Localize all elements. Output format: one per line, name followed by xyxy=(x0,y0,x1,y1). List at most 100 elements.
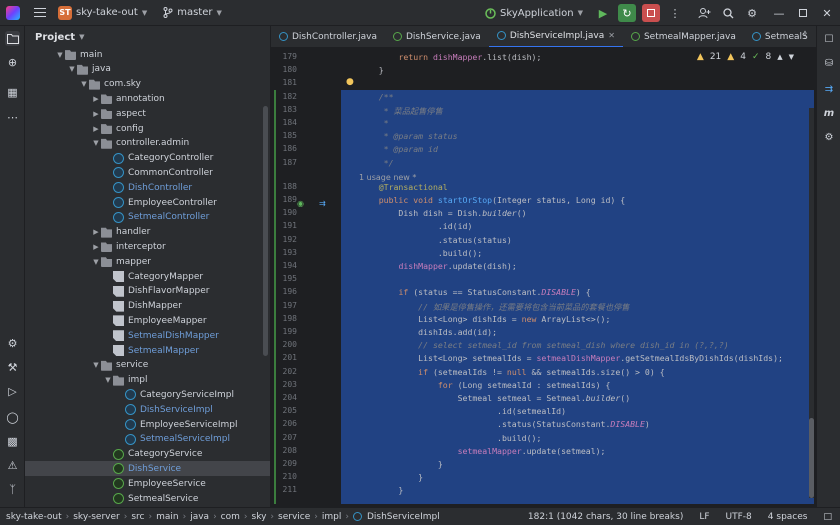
breadcrumb-item[interactable]: sky-server xyxy=(73,512,120,522)
tree-row[interactable]: ▼ mapper xyxy=(25,254,270,269)
code-line[interactable]: } xyxy=(359,459,443,469)
implementation-gutter-icon[interactable]: ◉ xyxy=(297,199,304,208)
code-line[interactable]: if (status == StatusConstant.DISABLE) { xyxy=(359,287,590,297)
tree-row[interactable]: CommonController xyxy=(25,165,270,180)
caret-position[interactable]: 182:1 (1042 chars, 30 line breaks) xyxy=(528,512,683,522)
chevron-right-icon[interactable]: ▶ xyxy=(91,110,101,118)
tree-row[interactable]: CategoryService xyxy=(25,447,270,462)
chevron-up-icon[interactable]: ▲ xyxy=(777,53,782,61)
tree-row[interactable]: CategoryMapper xyxy=(25,269,270,284)
tree-row[interactable]: ▼ com.sky xyxy=(25,77,270,92)
code-line[interactable]: setmealMapper.update(setmeal); xyxy=(359,446,606,456)
lock-icon[interactable]: □ xyxy=(823,512,832,522)
search-icon[interactable] xyxy=(719,4,737,22)
build-tool-icon[interactable]: ⚒ xyxy=(5,360,20,375)
breadcrumb-item[interactable]: src xyxy=(131,512,144,522)
code-editor[interactable]: 179 180 181 182 183 184 185 186 187 188 189 190 191 1… xyxy=(271,48,816,507)
tree-row[interactable]: SetmealService xyxy=(25,491,270,506)
code-line[interactable]: public void startOrStop(Integer status, … xyxy=(359,195,626,205)
close-icon[interactable]: ✕ xyxy=(818,4,836,22)
debug-tool-icon[interactable]: ◯ xyxy=(5,410,20,425)
problems-tool-icon[interactable]: ⚠ xyxy=(5,458,20,473)
stop-icon[interactable] xyxy=(642,4,660,22)
code-line[interactable]: .status(StatusConstant.DISABLE) xyxy=(359,419,650,429)
project-scrollbar[interactable] xyxy=(263,106,268,356)
chevron-down-icon[interactable]: ▼ xyxy=(91,139,101,147)
code-line[interactable]: .id(setmealId) xyxy=(359,406,566,416)
chevron-down-icon[interactable]: ▼ xyxy=(67,65,77,73)
chevron-right-icon[interactable]: ▶ xyxy=(91,243,101,251)
tree-row[interactable]: ▶ aspect xyxy=(25,106,270,121)
chevron-right-icon[interactable]: ▶ xyxy=(91,228,101,236)
code-line[interactable]: Setmeal setmeal = Setmeal.builder() xyxy=(359,393,631,403)
tree-row[interactable]: SetmealDishMapper xyxy=(25,328,270,343)
inspection-indicators[interactable]: ▲ 21 ▲ 4 ✓ 8 ▲ ▼ xyxy=(697,52,794,62)
tree-row[interactable]: CategoryServiceImpl xyxy=(25,387,270,402)
rerun-icon[interactable]: ↻ xyxy=(618,4,636,22)
project-tool-icon[interactable] xyxy=(5,31,20,46)
tree-row[interactable]: EmployeeMapper xyxy=(25,313,270,328)
tree-row[interactable]: ▶ config xyxy=(25,121,270,136)
breadcrumb-item[interactable]: sky-take-out xyxy=(6,512,62,522)
add-user-icon[interactable] xyxy=(695,4,713,22)
tree-row[interactable]: ▼ service xyxy=(25,358,270,373)
tree-row[interactable]: ▼ java xyxy=(25,62,270,77)
code-line[interactable]: .build(); xyxy=(359,248,482,258)
editor-tab[interactable]: DishServiceImpl.java ✕ xyxy=(488,26,623,47)
tree-row[interactable]: DishServiceImpl xyxy=(25,402,270,417)
code-line[interactable]: * @param id xyxy=(359,144,438,154)
editor-tab[interactable]: DishService.java xyxy=(385,26,489,47)
tab-overflow-icon[interactable]: ⋮ xyxy=(800,30,810,41)
chevron-down-icon[interactable]: ▼ xyxy=(91,361,101,369)
chevron-right-icon[interactable]: ▶ xyxy=(91,125,101,133)
breadcrumb-item[interactable]: com xyxy=(221,512,240,522)
chevron-down-icon[interactable]: ▼ xyxy=(55,51,65,59)
code-line[interactable]: .build(); xyxy=(359,433,541,443)
run-configuration-selector[interactable]: SkyApplication ▼ xyxy=(485,8,583,19)
tree-row[interactable]: SetmealServiceImpl xyxy=(25,432,270,447)
bulb-icon[interactable]: ● xyxy=(346,77,354,87)
gradle-icon[interactable]: ⚙ xyxy=(822,130,836,144)
editor-tab[interactable]: SetmealMapper.java xyxy=(623,26,744,47)
chevron-right-icon[interactable]: ▶ xyxy=(91,95,101,103)
tree-row[interactable]: SetmealMapper xyxy=(25,343,270,358)
usage-inlay-hint[interactable]: 1 usage new * xyxy=(359,173,416,182)
line-separator[interactable]: LF xyxy=(699,512,709,522)
ai-assistant-icon[interactable]: ⇉ xyxy=(822,82,836,96)
code-line[interactable]: // select setmeal_id from setmeal_dish w… xyxy=(359,340,729,350)
terminal-tool-icon[interactable]: ▩ xyxy=(5,434,20,449)
tree-row[interactable]: EmployeeService xyxy=(25,476,270,491)
tree-row[interactable]: SetmealController xyxy=(25,210,270,225)
code-line[interactable]: /** xyxy=(359,92,394,102)
tree-row[interactable]: CategoryController xyxy=(25,151,270,166)
code-line[interactable]: return dishMapper.list(dish); xyxy=(359,52,541,62)
code-line[interactable]: for (Long setmealId : setmealIds) { xyxy=(359,380,611,390)
more-tools-icon[interactable]: ⋯ xyxy=(5,110,20,125)
breadcrumb-item[interactable]: impl xyxy=(322,512,341,522)
chevron-down-icon[interactable]: ▼ xyxy=(91,258,101,266)
run-icon[interactable]: ▶ xyxy=(594,4,612,22)
indent-setting[interactable]: 4 spaces xyxy=(768,512,808,522)
bean-gutter-icon[interactable]: ⇉ xyxy=(319,199,326,208)
code-line[interactable]: } xyxy=(359,65,384,75)
breadcrumb-item[interactable]: service xyxy=(278,512,310,522)
editor-tab[interactable]: DishController.java xyxy=(271,26,385,47)
notifications-icon[interactable]: ☐ xyxy=(822,32,836,46)
commit-tool-icon[interactable]: ⊕ xyxy=(5,55,20,70)
code-line[interactable]: * xyxy=(359,118,389,128)
maven-icon[interactable]: m xyxy=(822,106,836,120)
code-line[interactable]: * @param status xyxy=(359,131,458,141)
code-line[interactable]: .status(status) xyxy=(359,235,512,245)
chevron-down-icon[interactable]: ▼ xyxy=(789,53,794,61)
tree-row[interactable]: DishController xyxy=(25,180,270,195)
project-selector[interactable]: ST sky-take-out ▼ xyxy=(58,5,147,20)
code-line[interactable]: dishMapper.update(dish); xyxy=(359,261,516,271)
code-line[interactable]: List<Long> dishIds = new ArrayList<>(); xyxy=(359,314,610,324)
tree-row[interactable]: DishMapper xyxy=(25,299,270,314)
services-tool-icon[interactable]: ⚙ xyxy=(5,336,20,351)
tree-row[interactable]: ▶ interceptor xyxy=(25,239,270,254)
chevron-down-icon[interactable]: ▼ xyxy=(103,376,113,384)
tree-row[interactable]: EmployeeServiceImpl xyxy=(25,417,270,432)
code-line[interactable]: } xyxy=(359,472,423,482)
vcs-branch-selector[interactable]: master ▼ xyxy=(163,7,222,18)
